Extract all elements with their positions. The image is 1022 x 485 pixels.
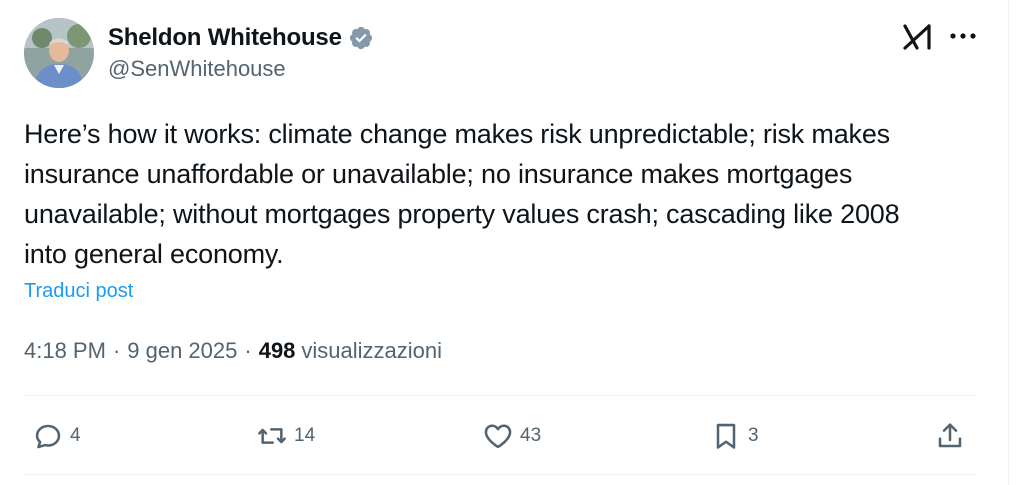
- profile-photo-icon: [24, 18, 94, 88]
- more-horizontal-icon[interactable]: [946, 22, 980, 50]
- meta-separator: ·: [244, 338, 252, 363]
- like-count: 43: [520, 425, 542, 446]
- grok-icon[interactable]: [902, 22, 934, 52]
- meta-separator: ·: [112, 338, 121, 363]
- reply-icon: [35, 424, 61, 449]
- bookmark-button[interactable]: 3: [710, 412, 759, 460]
- tweet-header: Sheldon Whitehouse @SenWhitehouse: [24, 18, 984, 88]
- handle[interactable]: @SenWhitehouse: [108, 56, 374, 82]
- bookmark-count: 3: [748, 425, 759, 446]
- display-name[interactable]: Sheldon Whitehouse: [108, 24, 342, 52]
- repost-button[interactable]: 14: [256, 412, 315, 460]
- tweet-meta: 4:18 PM · 9 gen 2025 · 498 visualizzazio…: [24, 338, 442, 364]
- repost-count: 14: [294, 425, 316, 446]
- views-count[interactable]: 498: [259, 338, 296, 364]
- tweet-text: Here’s how it works: climate change make…: [24, 119, 900, 269]
- views-label[interactable]: visualizzazioni: [301, 338, 442, 364]
- like-button[interactable]: 43: [482, 412, 541, 460]
- tweet-time[interactable]: 4:18 PM: [24, 338, 106, 364]
- right-border: [1008, 0, 1022, 485]
- divider: [24, 395, 978, 396]
- avatar[interactable]: [24, 18, 94, 88]
- share-button[interactable]: [934, 412, 966, 460]
- share-icon: [938, 423, 962, 448]
- translate-post-link[interactable]: Traduci post: [24, 280, 133, 303]
- reply-button[interactable]: 4: [32, 412, 81, 460]
- display-name-row: Sheldon Whitehouse: [108, 24, 374, 52]
- author-names: Sheldon Whitehouse @SenWhitehouse: [108, 24, 374, 82]
- verified-badge-icon[interactable]: [348, 25, 374, 51]
- action-bar: 4 14 43 3: [24, 412, 978, 460]
- divider: [24, 474, 978, 475]
- repost-icon: [258, 428, 286, 444]
- reply-count: 4: [70, 425, 81, 446]
- bookmark-icon: [716, 423, 736, 449]
- tweet-date[interactable]: 9 gen 2025: [127, 338, 237, 364]
- heart-icon: [484, 424, 512, 449]
